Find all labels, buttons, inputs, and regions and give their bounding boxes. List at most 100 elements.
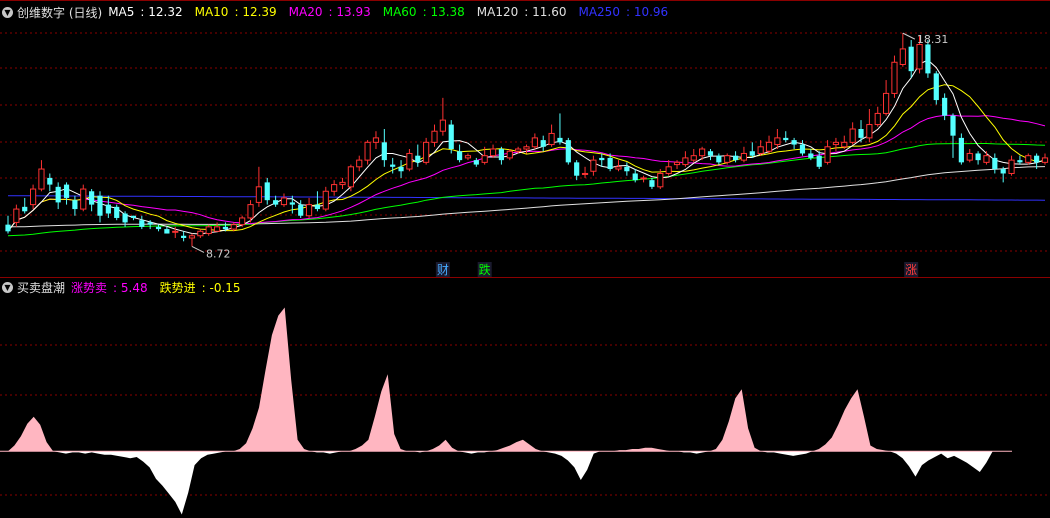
candle (130, 215, 137, 221)
candle-body (188, 235, 196, 239)
candle-body (925, 44, 931, 74)
candle-body (916, 43, 923, 70)
candle (473, 157, 479, 167)
candle (599, 153, 605, 167)
candle-body (122, 213, 128, 223)
candle (707, 149, 714, 161)
candle-body (398, 166, 404, 172)
candle-body (147, 222, 153, 225)
candle (280, 193, 288, 207)
candle-body (707, 151, 714, 156)
candle-body (665, 166, 672, 174)
candle-body (29, 188, 37, 206)
candle-body (866, 124, 873, 139)
event-marker-text: 财 (437, 263, 449, 277)
candle-body (213, 226, 221, 232)
candle-body (548, 132, 555, 146)
candle (489, 144, 497, 158)
candle (448, 120, 454, 154)
candle-body (139, 220, 145, 227)
candle (574, 160, 580, 181)
candle (958, 133, 964, 165)
candle-body (222, 226, 229, 230)
candle-body (992, 157, 998, 170)
candle-body (22, 206, 28, 212)
candle-body (624, 166, 630, 172)
candle (899, 33, 906, 67)
candle-body (649, 180, 655, 187)
candle (406, 149, 413, 172)
candle-body (716, 155, 722, 163)
candle (439, 97, 446, 136)
candle (883, 80, 890, 116)
candle-body (72, 200, 78, 210)
candle-body (239, 217, 246, 226)
candle (841, 135, 848, 150)
candle-body (599, 157, 605, 161)
candle-body (724, 155, 731, 163)
event-marker-text: 涨 (905, 262, 917, 277)
candle (673, 160, 681, 170)
candle-body (607, 157, 613, 170)
candle (305, 197, 313, 218)
event-marker-text: 跌 (479, 262, 491, 277)
candle (47, 173, 53, 192)
candle-body (155, 226, 162, 230)
candle-body (298, 204, 304, 216)
candle (992, 153, 998, 174)
stock-chart[interactable]: 18.31 8.72 财 跌 涨 (0, 0, 1050, 518)
candle (464, 153, 472, 161)
candle (5, 215, 11, 234)
candle-body (523, 146, 530, 150)
candle-body (899, 48, 906, 65)
candle-body (1008, 159, 1015, 174)
candle (188, 233, 196, 247)
candle (716, 153, 722, 165)
candle (331, 180, 338, 196)
candle (557, 113, 563, 145)
candle-body (740, 152, 748, 161)
candle-body (832, 141, 840, 146)
candle-body (590, 159, 597, 172)
candle-body (38, 168, 45, 190)
candle (749, 142, 755, 158)
candle-body (640, 177, 647, 180)
candle-body (615, 166, 622, 170)
candle-body (13, 208, 20, 223)
candle-body (181, 235, 187, 238)
candle (314, 191, 321, 212)
candle-body (682, 157, 689, 166)
candle-body (950, 115, 956, 136)
candle (983, 151, 990, 165)
candle-body (958, 137, 964, 163)
candle-body (356, 159, 363, 168)
candle-body (657, 172, 664, 188)
candle-body (1000, 169, 1006, 174)
event-marker: 跌 (477, 262, 492, 277)
candle (690, 149, 697, 163)
candle (824, 140, 831, 165)
candle-body (130, 215, 137, 218)
low-price-label: 8.72 (206, 247, 231, 260)
candle-body (264, 182, 270, 201)
candle (816, 151, 822, 170)
candle-body (205, 226, 212, 235)
candle-body (966, 152, 973, 161)
candle-body (757, 146, 764, 154)
candle (891, 55, 898, 98)
candle (72, 195, 78, 216)
candle-body (322, 190, 329, 210)
candle-body (457, 151, 463, 161)
candle-body (774, 137, 781, 146)
candle-body (97, 195, 103, 216)
candle (832, 137, 840, 152)
candle (581, 166, 589, 178)
candle (1000, 166, 1006, 183)
candle-body (172, 230, 179, 233)
candle (38, 160, 45, 192)
candle (966, 149, 973, 163)
candle-body (372, 137, 380, 143)
candle-body (841, 141, 848, 148)
candle-body (347, 166, 354, 188)
candle-body (975, 153, 981, 161)
